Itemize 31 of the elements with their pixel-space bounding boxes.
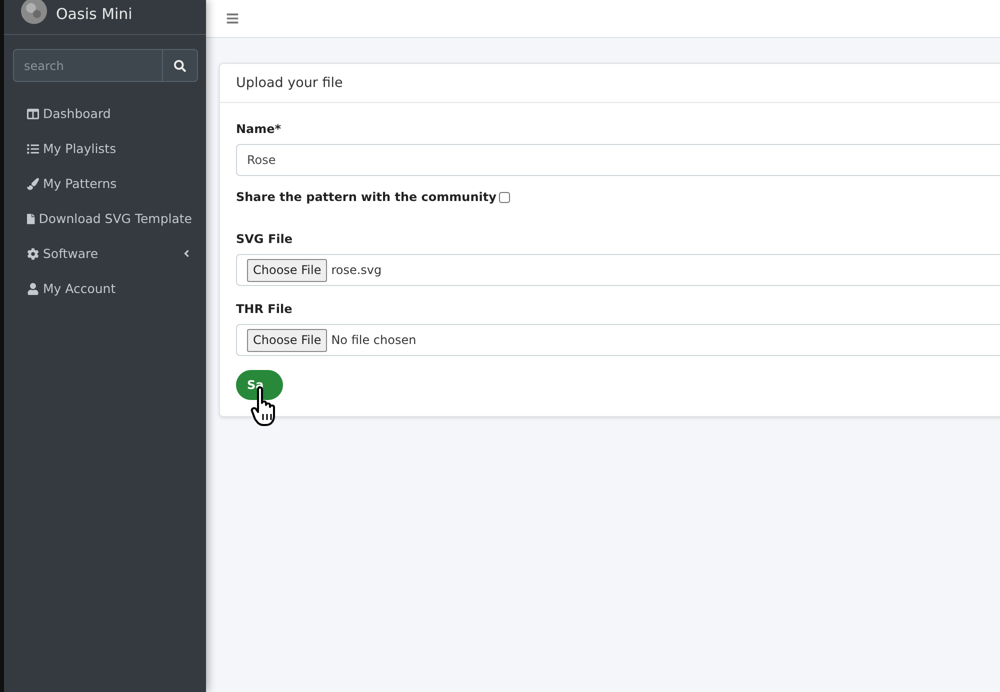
sidebar-item[interactable]: My Playlists [4, 131, 206, 166]
search-field[interactable]: search [13, 49, 198, 82]
file-status: No file chosen [331, 333, 416, 347]
choose-file-button[interactable]: Choose File [247, 258, 328, 282]
name-input[interactable]: Rose [236, 144, 1000, 176]
share-label: Share the pattern with the community [236, 190, 496, 204]
search-input[interactable]: search [14, 50, 162, 81]
file-input[interactable]: Choose File rose.svg [236, 254, 1000, 286]
sidebar-item[interactable]: Software [4, 236, 206, 271]
file-icon [27, 212, 35, 224]
brush-icon [27, 178, 39, 190]
user-icon [27, 282, 39, 294]
choose-file-button[interactable]: Choose File [247, 328, 328, 352]
card-title: Upload your file [220, 64, 1000, 103]
sidebar-item[interactable]: My Account [4, 271, 206, 306]
sidebar-item[interactable]: My Patterns [4, 166, 206, 201]
brand-name: Oasis Mini [56, 5, 132, 23]
logo-icon [20, 0, 48, 25]
file-input[interactable]: Choose File No file chosen [236, 324, 1000, 356]
file-status: rose.svg [331, 263, 382, 277]
search-icon [174, 60, 186, 72]
share-checkbox[interactable] [499, 192, 510, 202]
field-label: Name* [236, 122, 282, 136]
gear-icon [27, 248, 39, 260]
field-label: THR File [236, 302, 294, 316]
columns-icon [27, 108, 39, 120]
sidebar-item[interactable]: Download SVG Template [4, 201, 206, 236]
list-icon [27, 142, 39, 154]
field-label: SVG File [236, 232, 294, 246]
sidebar-item[interactable]: Dashboard [4, 96, 206, 131]
menu-icon[interactable] [226, 12, 239, 25]
